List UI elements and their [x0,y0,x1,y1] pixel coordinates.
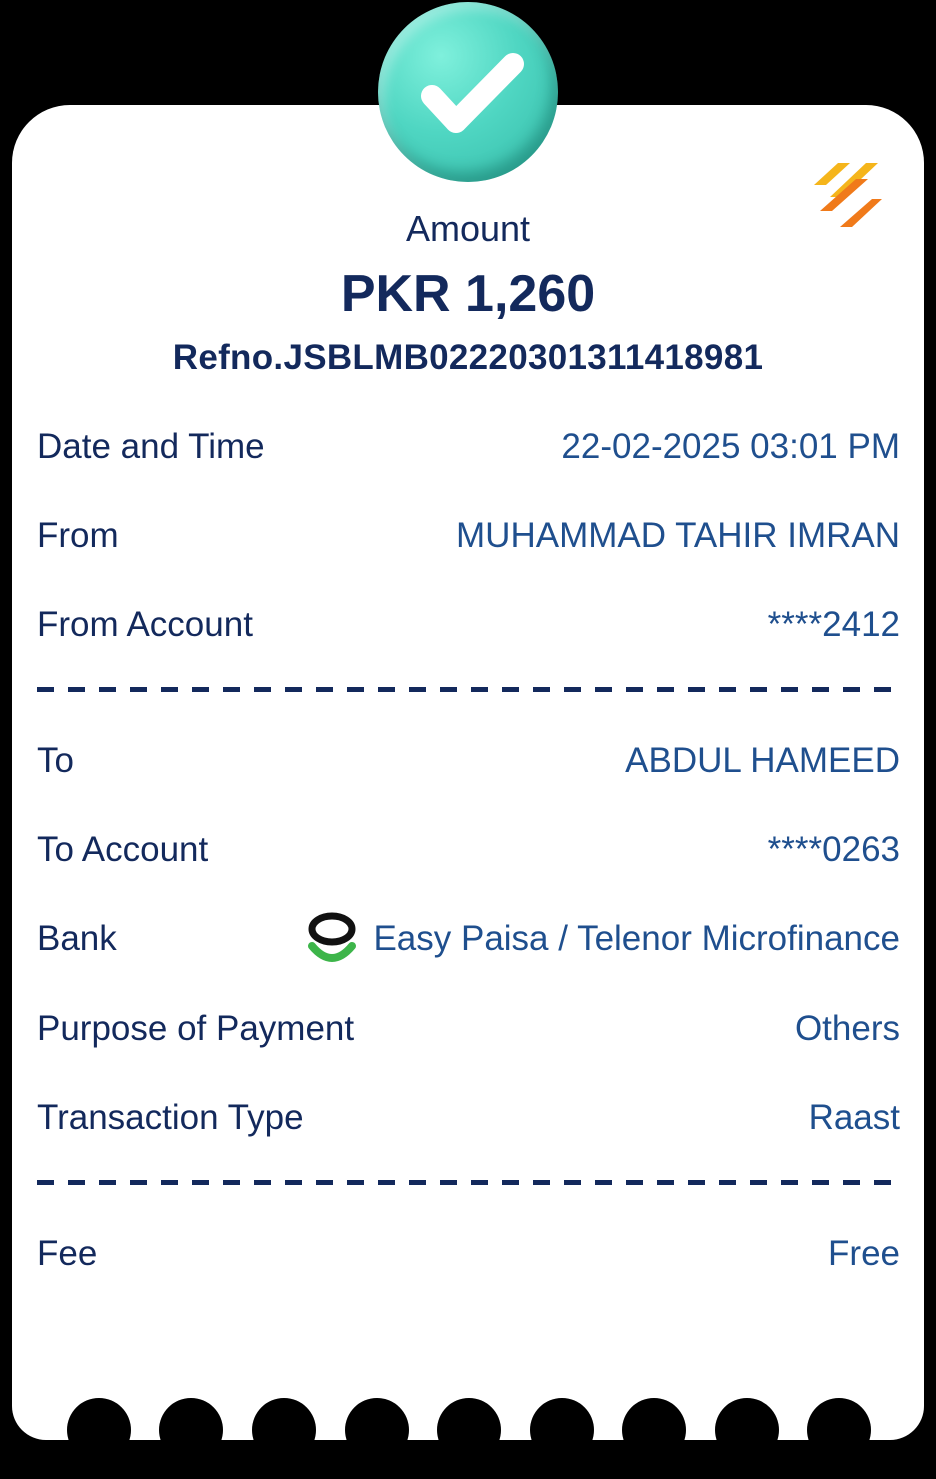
row-bank: Bank Easy Paisa / Telenor Microfinance [37,912,900,966]
to-label: To [37,741,74,780]
purpose-value: Others [794,1009,900,1048]
from-label: From [37,516,119,555]
row-to-account: To Account ****0263 [37,825,900,875]
to-value: ABDUL HAMEED [625,741,900,780]
scallop [807,1398,871,1462]
from-account-label: From Account [37,605,253,644]
success-check-icon [378,2,558,182]
scallop [437,1398,501,1462]
bank-label: Bank [37,919,117,958]
scallop [252,1398,316,1462]
transaction-type-value: Raast [808,1098,900,1137]
row-purpose: Purpose of Payment Others [37,1004,900,1054]
row-fee: Fee Free [37,1229,900,1279]
section-divider [37,687,900,692]
scallop [345,1398,409,1462]
row-to: To ABDUL HAMEED [37,736,900,786]
to-account-label: To Account [37,830,209,869]
scallop [530,1398,594,1462]
transaction-type-label: Transaction Type [37,1098,304,1137]
bank-value-group: Easy Paisa / Telenor Microfinance [307,912,900,966]
purpose-label: Purpose of Payment [37,1009,355,1048]
section-divider [37,1180,900,1185]
reference-number: Refno.JSBLMB02220301311418981 [172,338,764,377]
row-transaction-type: Transaction Type Raast [37,1093,900,1143]
row-from-account: From Account ****2412 [37,600,900,650]
to-account-value: ****0263 [767,830,900,869]
fee-label: Fee [37,1234,98,1273]
date-time-label: Date and Time [37,427,265,466]
bank-value: Easy Paisa / Telenor Microfinance [373,919,900,958]
fee-value: Free [828,1234,900,1273]
from-value: MUHAMMAD TAHIR IMRAN [456,516,900,555]
date-time-value: 22-02-2025 03:01 PM [561,427,900,466]
row-date-time: Date and Time 22-02-2025 03:01 PM [37,422,900,472]
easypaisa-logo-icon [308,912,357,962]
scallop [159,1398,223,1462]
scallop [622,1398,686,1462]
amount-label: Amount [405,208,531,249]
row-from: From MUHAMMAD TAHIR IMRAN [37,511,900,561]
receipt-torn-edge [0,1398,936,1479]
amount-value: PKR 1,260 [340,265,596,323]
scallop [67,1398,131,1462]
from-account-value: ****2412 [767,605,900,644]
scallop [715,1398,779,1462]
